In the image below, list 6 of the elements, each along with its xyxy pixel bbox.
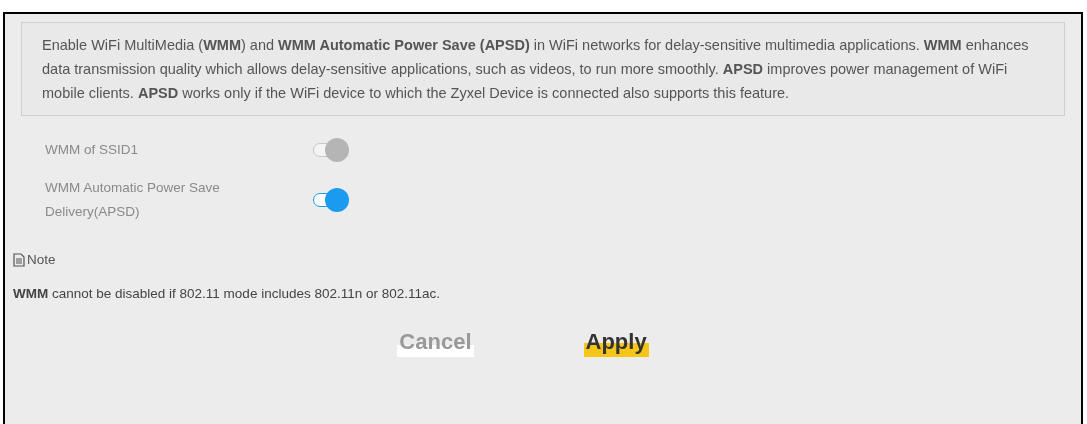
setting-label: WMM of SSID1	[45, 141, 139, 159]
document-icon	[13, 253, 25, 268]
note-title: Note	[27, 251, 56, 269]
setting-label: WMM Automatic Power Save Delivery(APSD)	[45, 179, 221, 221]
description-text: Enable WiFi MultiMedia (WMM) and WMM Automatic Power Save (APSD) in WiFi networks for delay-sensitive multimedia applications. WMM enhances data transmission quality which allows delay-sensitive applications, such as videos, to run more smoothly. APSD improves power management of WiFi mobile clients. APSD works only if the WiFi device to which the Zyxel Device is connected also supports this feature.	[42, 36, 1030, 103]
note-text: WMM cannot be disabled if 802.11 mode includes 802.11n or 802.11ac.	[13, 285, 442, 304]
